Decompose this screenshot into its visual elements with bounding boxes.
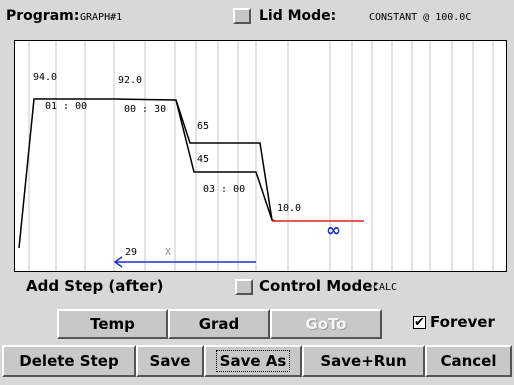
control-mode-value: CALC (373, 282, 398, 293)
step3-temp-high-label: 65 (197, 121, 209, 132)
temperature-profile-line (18, 98, 276, 249)
goto-count-label: 29 (125, 247, 137, 258)
lid-mode-toggle[interactable] (233, 8, 251, 24)
step2-time-label: 00 : 30 (124, 104, 166, 115)
step1-temp-label: 94.0 (33, 72, 57, 83)
program-label: Program: (6, 8, 80, 24)
save-run-button[interactable]: Save+Run (302, 345, 425, 377)
step3-time-label: 03 : 00 (203, 184, 245, 195)
control-mode-label: Control Mode: (259, 277, 379, 295)
lid-mode-value: CONSTANT @ 100.0C (369, 12, 472, 23)
infinity-icon: ∞ (326, 220, 341, 241)
step3-temp-low-label: 45 (197, 154, 209, 165)
goto-x-label: X (165, 247, 171, 258)
delete-step-button[interactable]: Delete Step (2, 345, 136, 377)
add-step-label: Add Step (after) (26, 277, 164, 295)
step4-temp-label: 10.0 (277, 203, 301, 214)
step1-time-label: 01 : 00 (45, 101, 87, 112)
forever-checkbox[interactable]: ✔ (413, 316, 426, 329)
program-name: GRAPH#1 (80, 12, 123, 23)
forever-label: Forever (430, 313, 495, 331)
lid-mode-label: Lid Mode: (259, 8, 337, 24)
save-as-button[interactable]: Save As (204, 345, 302, 377)
temperature-profile-lower-line (175, 99, 273, 221)
step2-temp-label: 92.0 (118, 75, 142, 86)
grad-button[interactable]: Grad (168, 309, 270, 339)
cancel-button[interactable]: Cancel (425, 345, 512, 377)
program-graph[interactable]: 94.0 01 : 00 92.0 00 : 30 65 45 03 : 00 … (14, 40, 507, 272)
control-mode-toggle[interactable] (235, 279, 253, 295)
program-graph-svg: 94.0 01 : 00 92.0 00 : 30 65 45 03 : 00 … (18, 41, 494, 271)
goto-button[interactable]: GoTo (270, 309, 382, 339)
temp-button[interactable]: Temp (57, 309, 168, 339)
save-button[interactable]: Save (136, 345, 204, 377)
graph-grid (28, 41, 494, 271)
